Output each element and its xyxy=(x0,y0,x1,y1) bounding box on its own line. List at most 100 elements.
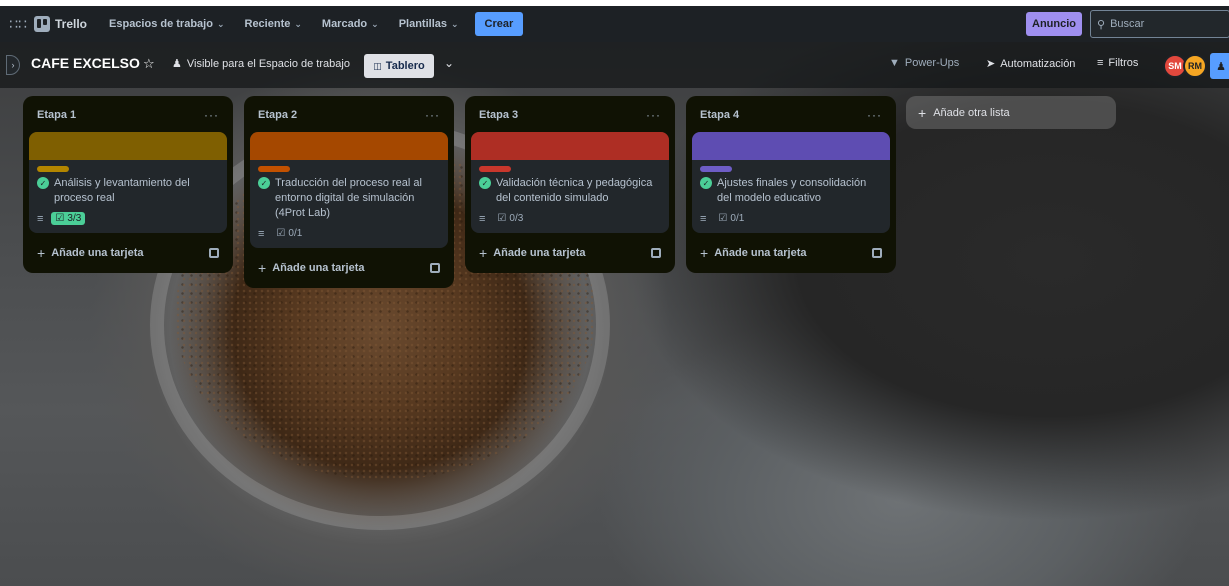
list-title[interactable]: Etapa 1 xyxy=(37,109,76,121)
chevron-down-icon: ⌄ xyxy=(371,18,379,29)
card[interactable]: ✓ Traducción del proceso real al entorno… xyxy=(250,132,448,248)
complete-check-icon[interactable]: ✓ xyxy=(479,177,491,189)
list-title[interactable]: Etapa 3 xyxy=(479,109,518,121)
add-card-button[interactable]: + Añade una tarjeta xyxy=(471,241,669,265)
card-title-row: ✓ Validación técnica y pedagógica del co… xyxy=(479,176,661,206)
checklist-badge: ☑ 3/3 xyxy=(51,212,86,225)
card[interactable]: ✓ Ajustes finales y consolidación del mo… xyxy=(692,132,890,233)
powerups-button[interactable]: ▼ Power-Ups xyxy=(889,57,959,69)
nav-starred-label: Marcado xyxy=(321,18,368,30)
card-body: ✓ Ajustes finales y consolidación del mo… xyxy=(692,160,890,233)
board-visibility-button[interactable]: ♟ Visible para el Espacio de trabajo xyxy=(172,57,350,71)
card-body: ✓ Traducción del proceso real al entorno… xyxy=(250,160,448,248)
more-icon[interactable]: ··· xyxy=(425,108,440,122)
nav-recent[interactable]: Reciente ⌄ xyxy=(235,10,312,38)
complete-check-icon[interactable]: ✓ xyxy=(258,177,270,189)
filters-button[interactable]: ≡ Filtros xyxy=(1097,57,1138,69)
complete-check-icon[interactable]: ✓ xyxy=(700,177,712,189)
card-body: ✓ Análisis y levantamiento del proceso r… xyxy=(29,160,227,233)
star-icon[interactable]: ☆ xyxy=(143,56,155,72)
search-icon: ⚲ xyxy=(1097,18,1106,31)
board-title[interactable]: CAFE EXCELSO xyxy=(31,55,140,71)
nav-recent-label: Reciente xyxy=(244,18,291,30)
card-label[interactable] xyxy=(258,166,290,172)
card-title: Validación técnica y pedagógica del cont… xyxy=(496,177,653,204)
checklist-badge: ☑ 0/1 xyxy=(714,212,748,225)
more-icon[interactable]: ··· xyxy=(204,108,219,122)
card-title-row: ✓ Traducción del proceso real al entorno… xyxy=(258,176,440,221)
add-card-label: Añade una tarjeta xyxy=(493,247,586,259)
add-card-left: + Añade una tarjeta xyxy=(258,260,365,276)
trello-mark-icon xyxy=(34,16,50,32)
card-cover xyxy=(692,132,890,160)
list-header: Etapa 3 ··· xyxy=(471,104,669,126)
add-card-label: Añade una tarjeta xyxy=(272,262,365,274)
brand-name: Trello xyxy=(55,17,88,31)
app-switcher-icon[interactable]: ∷∷ xyxy=(9,16,27,32)
add-card-button[interactable]: + Añade una tarjeta xyxy=(29,241,227,265)
people-icon: ♟ xyxy=(172,58,182,70)
nav-workspaces-label: Espacios de trabajo xyxy=(109,18,213,30)
add-card-button[interactable]: + Añade una tarjeta xyxy=(692,241,890,265)
top-navigation-bar: ∷∷ Trello Espacios de trabajo ⌄ Reciente… xyxy=(0,6,1229,42)
card-badges: ≡ ☑ 0/1 xyxy=(258,227,440,240)
card-cover xyxy=(471,132,669,160)
trello-logo[interactable]: Trello xyxy=(34,16,87,32)
card-label[interactable] xyxy=(37,166,69,172)
card[interactable]: ✓ Validación técnica y pedagógica del co… xyxy=(471,132,669,233)
plus-icon: + xyxy=(258,260,267,276)
card-body: ✓ Validación técnica y pedagógica del co… xyxy=(471,160,669,233)
card-cover xyxy=(29,132,227,160)
announcement-button[interactable]: Anuncio xyxy=(1026,12,1082,36)
list-header: Etapa 1 ··· xyxy=(29,104,227,126)
plus-icon: + xyxy=(37,245,46,261)
card-template-icon[interactable] xyxy=(651,248,661,258)
sidebar-expand-button[interactable]: › xyxy=(6,55,20,75)
powerups-label: Power-Ups xyxy=(904,57,960,69)
more-icon[interactable]: ··· xyxy=(867,108,882,122)
card-label[interactable] xyxy=(479,166,511,172)
nav-templates[interactable]: Plantillas ⌄ xyxy=(389,10,469,38)
nav-workspaces[interactable]: Espacios de trabajo ⌄ xyxy=(99,10,234,38)
checklist-badge: ☑ 0/3 xyxy=(493,212,527,225)
card-template-icon[interactable] xyxy=(209,248,219,258)
board-header: › CAFE EXCELSO ☆ ♟ Visible para el Espac… xyxy=(0,42,1229,88)
share-icon[interactable]: ♟ xyxy=(1210,53,1229,79)
plus-icon: + xyxy=(479,245,488,261)
avatar[interactable]: RM xyxy=(1183,54,1207,78)
more-icon[interactable]: ··· xyxy=(646,108,661,122)
filter-icon: ≡ xyxy=(1097,57,1104,69)
checklist-count: 0/1 xyxy=(730,213,745,224)
add-list-label: Añade otra lista xyxy=(933,106,1010,119)
board-view-button[interactable]: ◫ Tablero xyxy=(364,54,434,78)
checklist-count: 0/3 xyxy=(509,213,524,224)
chevron-down-icon: ⌄ xyxy=(451,18,459,29)
card-badges: ≡ ☑ 0/3 xyxy=(479,212,661,225)
list-etapa-1: Etapa 1 ··· ✓ Análisis y levantamiento d… xyxy=(23,96,233,273)
search-input[interactable]: ⚲ Buscar xyxy=(1090,10,1229,38)
card-title: Ajustes finales y consolidación del mode… xyxy=(717,177,867,204)
board-view-icon: ◫ xyxy=(373,60,382,71)
plus-icon: + xyxy=(700,245,709,261)
list-title[interactable]: Etapa 4 xyxy=(700,109,739,121)
create-button[interactable]: Crear xyxy=(474,12,524,36)
automation-button[interactable]: ➤ Automatización xyxy=(986,57,1075,71)
add-card-left: + Añade una tarjeta xyxy=(700,245,807,261)
card-title-row: ✓ Ajustes finales y consolidación del mo… xyxy=(700,176,882,206)
filters-label: Filtros xyxy=(1108,57,1139,69)
add-list-button[interactable]: + Añade otra lista xyxy=(906,96,1116,129)
card-template-icon[interactable] xyxy=(430,263,440,273)
add-card-button[interactable]: + Añade una tarjeta xyxy=(250,256,448,280)
list-etapa-4: Etapa 4 ··· ✓ Ajustes finales y consolid… xyxy=(686,96,896,273)
chevron-down-icon[interactable]: ⌄ xyxy=(444,56,454,70)
complete-check-icon[interactable]: ✓ xyxy=(37,177,49,189)
list-header: Etapa 2 ··· xyxy=(250,104,448,126)
card-title-row: ✓ Análisis y levantamiento del proceso r… xyxy=(37,176,219,206)
card-label[interactable] xyxy=(700,166,732,172)
card-title: Traducción del proceso real al entorno d… xyxy=(275,177,422,219)
nav-starred[interactable]: Marcado ⌄ xyxy=(312,10,389,38)
card-template-icon[interactable] xyxy=(872,248,882,258)
list-title[interactable]: Etapa 2 xyxy=(258,109,297,121)
card[interactable]: ✓ Análisis y levantamiento del proceso r… xyxy=(29,132,227,233)
board-view-label: Tablero xyxy=(385,60,425,72)
